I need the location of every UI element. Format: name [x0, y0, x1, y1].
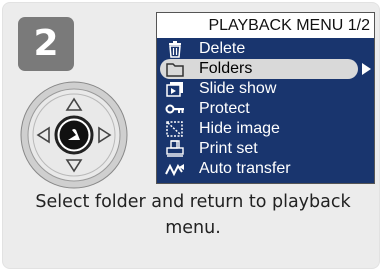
- menu-item-folders[interactable]: Folders: [157, 59, 376, 79]
- menu-item-slide-show[interactable]: Slide show: [157, 79, 376, 99]
- playback-menu-screen: PLAYBACK MENU 1/2 Delete Folders Slide s…: [156, 12, 375, 184]
- menu-item-label: Print set: [199, 140, 258, 157]
- step-number-badge: 2: [18, 17, 74, 71]
- instruction-caption: Select folder and return to playback men…: [35, 192, 351, 238]
- menu-item-delete[interactable]: Delete: [157, 39, 376, 59]
- submenu-arrow-icon: [362, 63, 371, 75]
- instruction-card: 2 PLAYBACK MENU 1/2 Delete Folders Slide…: [2, 2, 380, 269]
- hide-image-icon: [166, 121, 183, 137]
- menu-item-auto-transfer[interactable]: Auto transfer: [157, 159, 376, 179]
- transfer-icon: [165, 163, 184, 177]
- menu-item-label: Hide image: [199, 120, 280, 137]
- menu-title: PLAYBACK MENU 1/2: [157, 13, 374, 38]
- folder-icon: [166, 63, 184, 77]
- multi-selector-icon: [20, 81, 128, 189]
- key-icon: [165, 104, 184, 114]
- menu-item-label: Folders: [199, 60, 253, 77]
- selection-highlight: [160, 59, 358, 79]
- slideshow-icon: [166, 82, 183, 97]
- menu-item-label: Delete: [199, 40, 246, 57]
- menu-item-hide-image[interactable]: Hide image: [157, 119, 376, 139]
- trash-icon: [169, 41, 181, 58]
- menu-item-protect[interactable]: Protect: [157, 99, 376, 119]
- print-set-icon: [166, 140, 184, 157]
- menu-item-label: Protect: [199, 100, 250, 117]
- menu-item-label: Slide show: [199, 80, 277, 97]
- menu-item-print-set[interactable]: Print set: [157, 139, 376, 159]
- menu-item-label: Auto transfer: [199, 160, 291, 177]
